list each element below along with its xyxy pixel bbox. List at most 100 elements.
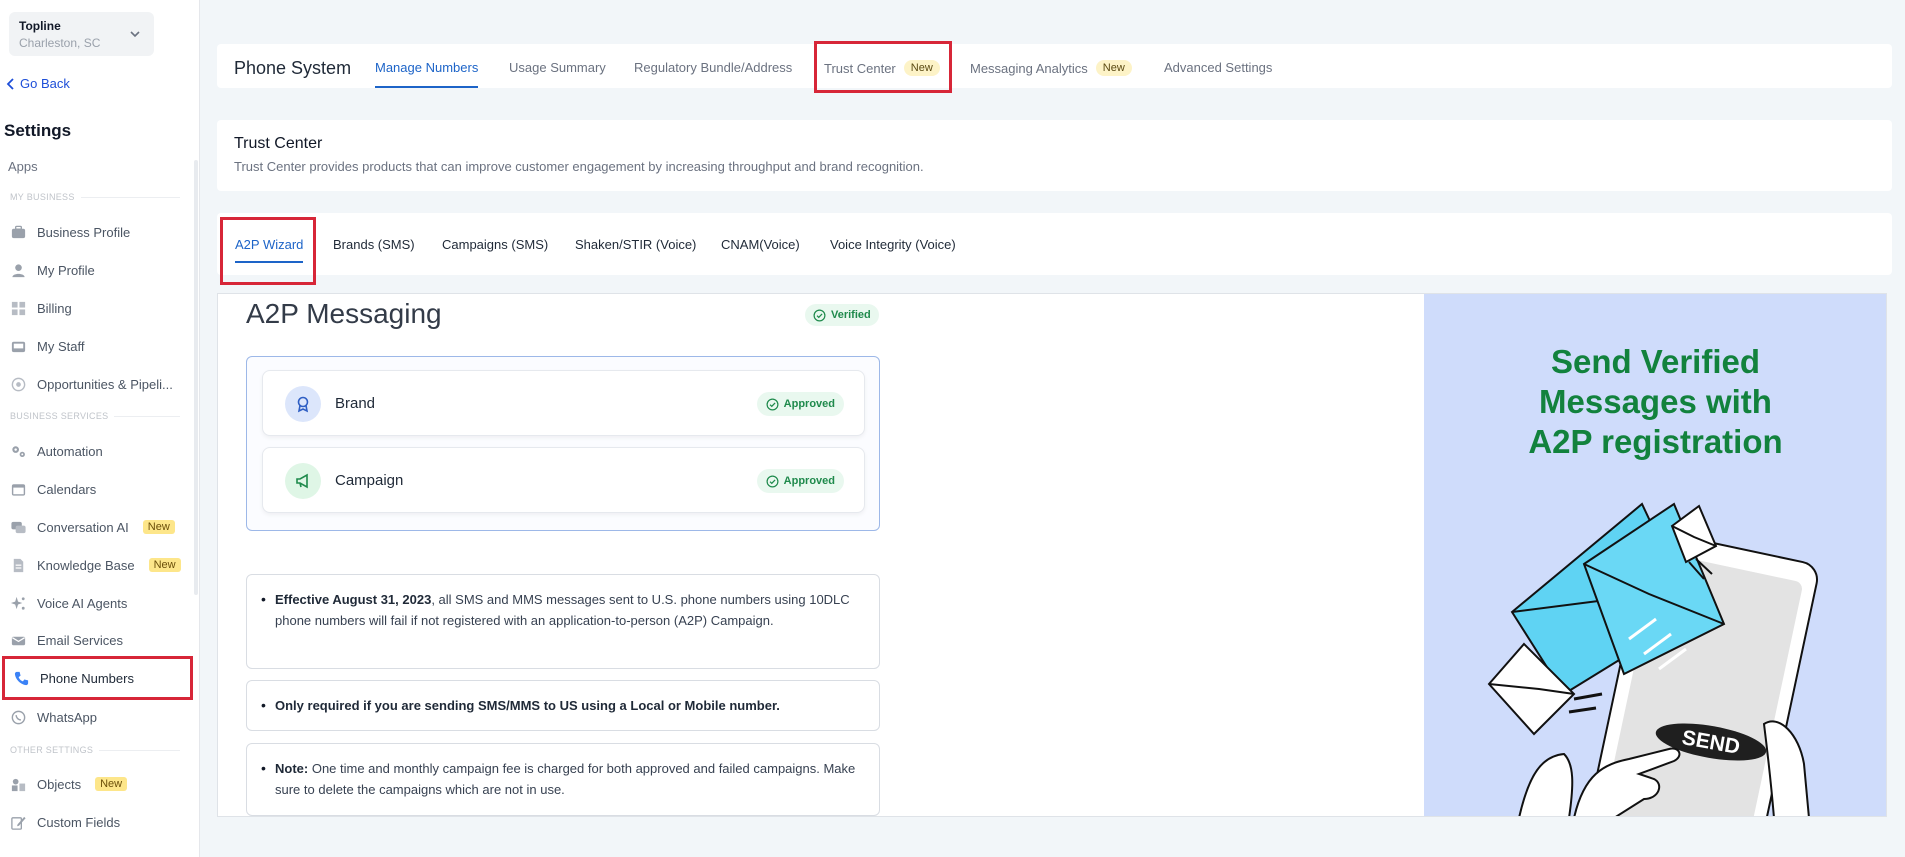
brand-status-row[interactable]: Brand Approved bbox=[262, 370, 865, 436]
sidebar-item-billing[interactable]: Billing bbox=[10, 298, 190, 318]
sidebar-item-label: Phone Numbers bbox=[40, 670, 134, 686]
mail-icon bbox=[11, 636, 26, 645]
campaign-label: Campaign bbox=[335, 472, 404, 489]
a2p-promo-panel: Send Verified Messages with A2P registra… bbox=[1424, 294, 1886, 816]
section-business-services-label: BUSINESS SERVICES bbox=[10, 411, 109, 421]
sidebar-item-conversation-ai[interactable]: Conversation AI New bbox=[10, 517, 190, 537]
target-icon bbox=[11, 377, 26, 391]
account-name: Topline bbox=[19, 19, 61, 33]
tab-label: Trust Center bbox=[824, 60, 896, 76]
a2p-title: A2P Messaging bbox=[246, 298, 442, 329]
edit-icon bbox=[11, 816, 26, 830]
sidebar-item-business-profile[interactable]: Business Profile bbox=[10, 222, 190, 242]
chevron-left-icon bbox=[6, 77, 14, 90]
note-text: One time and monthly campaign fee is cha… bbox=[275, 761, 856, 797]
sidebar-item-email-services[interactable]: Email Services bbox=[10, 630, 190, 650]
subtab-cnam[interactable]: CNAM(Voice) bbox=[721, 237, 800, 252]
sidebar-item-label: Automation bbox=[37, 443, 103, 459]
tab-label: Messaging Analytics bbox=[970, 60, 1088, 76]
new-badge: New bbox=[95, 777, 128, 791]
tab-label: Manage Numbers bbox=[375, 60, 479, 75]
section-other-settings-label: OTHER SETTINGS bbox=[10, 745, 94, 755]
subtab-campaigns-sms[interactable]: Campaigns (SMS) bbox=[442, 237, 548, 252]
note-fees: Note: One time and monthly campaign fee … bbox=[246, 743, 880, 816]
sidebar-item-label: WhatsApp bbox=[37, 709, 97, 725]
note-effective-date: Effective August 31, 2023, all SMS and M… bbox=[246, 574, 880, 669]
sidebar-item-label: Calendars bbox=[37, 481, 97, 497]
subtab-brands-sms[interactable]: Brands (SMS) bbox=[333, 237, 415, 252]
sidebar-item-automation[interactable]: Automation bbox=[10, 441, 190, 461]
section-other-settings: OTHER SETTINGS bbox=[10, 745, 180, 755]
note-required: Only required if you are sending SMS/MMS… bbox=[246, 680, 880, 731]
subtab-a2p-wizard[interactable]: A2P Wizard bbox=[235, 237, 304, 263]
phone-icon bbox=[14, 671, 29, 685]
brand-label: Brand bbox=[335, 395, 376, 412]
sidebar-item-label: Email Services bbox=[37, 632, 123, 648]
sidebar-item-voice-ai-agents[interactable]: Voice AI Agents bbox=[10, 593, 190, 613]
section-business-services: BUSINESS SERVICES bbox=[10, 411, 180, 421]
sidebar-item-label: My Staff bbox=[37, 338, 85, 354]
new-badge: New bbox=[903, 60, 940, 76]
subtab-voice-integrity[interactable]: Voice Integrity (Voice) bbox=[830, 237, 956, 252]
section-my-business-label: MY BUSINESS bbox=[10, 192, 75, 202]
briefcase-icon bbox=[11, 225, 26, 238]
check-circle-icon bbox=[813, 309, 826, 321]
note-bold: Note: bbox=[275, 761, 309, 776]
sidebar-item-my-staff[interactable]: My Staff bbox=[10, 336, 190, 356]
new-badge: New bbox=[1095, 60, 1132, 76]
megaphone-icon bbox=[285, 463, 321, 499]
sidebar-item-calendars[interactable]: Calendars bbox=[10, 479, 190, 499]
whatsapp-icon bbox=[11, 710, 26, 724]
calendar-icon bbox=[11, 483, 26, 496]
page-title: Phone System bbox=[234, 58, 352, 78]
sidebar-item-knowledge-base[interactable]: Knowledge Base New bbox=[10, 555, 190, 575]
sidebar-item-phone-numbers[interactable]: Phone Numbers bbox=[2, 656, 193, 700]
user-icon bbox=[12, 263, 25, 277]
phone-system-tabbar: Phone System Manage Numbers Usage Summar… bbox=[217, 44, 1892, 88]
settings-sidebar: Topline Charleston, SC Go Back Settings … bbox=[0, 0, 200, 857]
note-bold: Only required if you are sending SMS/MMS… bbox=[275, 698, 780, 713]
tab-trust-center[interactable]: Trust Center New bbox=[824, 60, 940, 76]
section-my-business: MY BUSINESS bbox=[10, 192, 180, 202]
tab-advanced-settings[interactable]: Advanced Settings bbox=[1164, 60, 1272, 75]
sidebar-item-my-profile[interactable]: My Profile bbox=[10, 260, 190, 280]
sidebar-item-label: Knowledge Base bbox=[37, 557, 135, 573]
ribbon-icon bbox=[285, 386, 321, 422]
tab-label: Advanced Settings bbox=[1164, 60, 1273, 75]
sidebar-item-label: Opportunities & Pipeli... bbox=[37, 376, 173, 392]
tab-regulatory-bundle[interactable]: Regulatory Bundle/Address bbox=[634, 60, 792, 75]
sidebar-item-apps[interactable]: Apps bbox=[8, 159, 38, 174]
tab-usage-summary[interactable]: Usage Summary bbox=[509, 60, 606, 75]
sidebar-item-label: Billing bbox=[37, 300, 72, 316]
subtab-shaken-stir[interactable]: Shaken/STIR (Voice) bbox=[575, 237, 696, 252]
go-back-link[interactable]: Go Back bbox=[6, 76, 70, 91]
gears-icon bbox=[12, 445, 25, 457]
approved-badge: Approved bbox=[756, 469, 844, 493]
account-switcher[interactable]: Topline Charleston, SC bbox=[9, 12, 154, 56]
sidebar-item-opportunities[interactable]: Opportunities & Pipeli... bbox=[10, 374, 190, 394]
account-location: Charleston, SC bbox=[19, 36, 101, 50]
chat-icon bbox=[11, 521, 26, 533]
shapes-icon bbox=[11, 778, 26, 791]
check-circle-icon bbox=[766, 475, 779, 487]
inbox-icon bbox=[11, 341, 26, 352]
tab-messaging-analytics[interactable]: Messaging Analytics New bbox=[970, 60, 1132, 76]
approved-label: Approved bbox=[783, 475, 835, 487]
approved-badge: Approved bbox=[756, 392, 844, 416]
trust-center-header: Trust Center Trust Center provides produ… bbox=[217, 120, 1892, 191]
sparkle-icon bbox=[10, 596, 25, 610]
sidebar-item-custom-fields[interactable]: Custom Fields bbox=[10, 812, 190, 832]
sidebar-item-label: Voice AI Agents bbox=[37, 595, 128, 611]
check-circle-icon bbox=[766, 398, 779, 410]
verified-label: Verified bbox=[831, 309, 871, 321]
tab-manage-numbers[interactable]: Manage Numbers bbox=[375, 60, 479, 88]
sidebar-item-objects[interactable]: Objects New bbox=[10, 774, 190, 794]
send-message-illustration: SEND bbox=[1487, 502, 1818, 816]
sidebar-item-label: My Profile bbox=[37, 262, 95, 278]
campaign-status-row[interactable]: Campaign Approved bbox=[262, 447, 865, 513]
sidebar-item-whatsapp[interactable]: WhatsApp bbox=[10, 707, 190, 727]
new-badge: New bbox=[142, 520, 175, 534]
sidebar-scrollbar[interactable] bbox=[194, 160, 198, 595]
chevron-down-icon bbox=[130, 31, 140, 38]
trust-center-subtabs: A2P Wizard Brands (SMS) Campaigns (SMS) … bbox=[217, 213, 1892, 275]
